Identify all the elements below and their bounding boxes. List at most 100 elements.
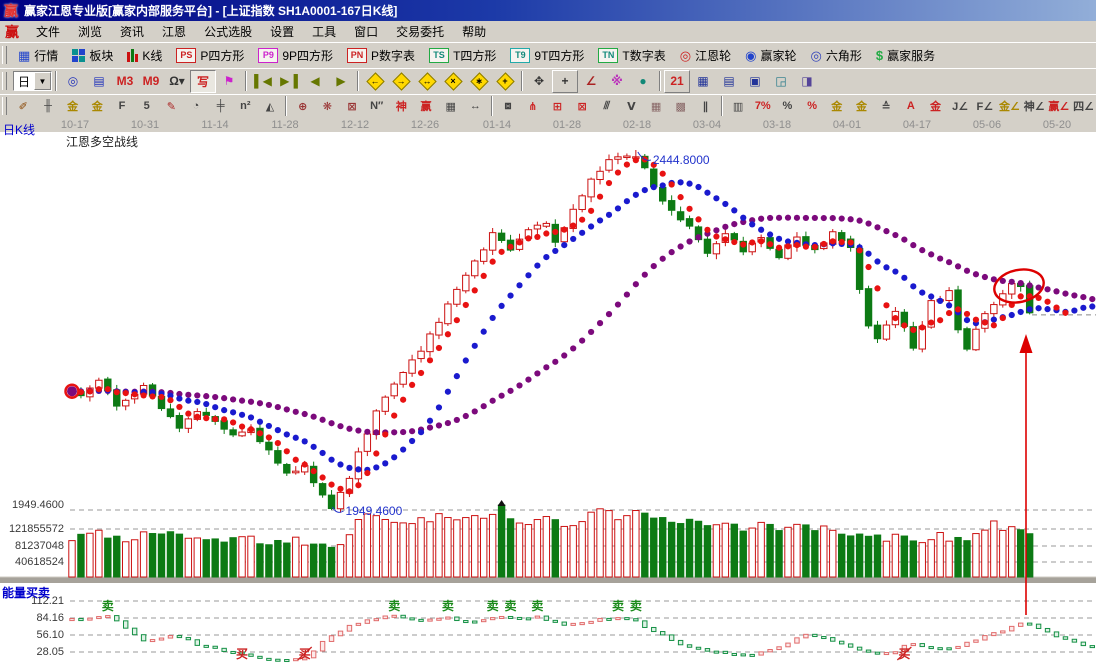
flag-tool-button[interactable]: ⚑ xyxy=(216,70,242,93)
hrange-tool[interactable]: ↔ xyxy=(463,95,488,118)
column-chart-tool[interactable]: ▥ xyxy=(726,95,751,118)
gold-under-tool[interactable]: 金 xyxy=(923,95,948,118)
seven-percent-tool[interactable]: 7% xyxy=(750,95,775,118)
info-panel-button[interactable]: ▤ xyxy=(86,70,112,93)
v-wave-tool[interactable]: Ⅴ xyxy=(619,95,644,118)
price-tick-tool[interactable]: ╪ xyxy=(208,95,233,118)
gold-grid-1-tool[interactable]: 金 xyxy=(60,95,85,118)
gann-diamond-x-button[interactable]: × xyxy=(440,70,466,93)
gann-wheel-button[interactable]: ◎江恩轮 xyxy=(673,44,738,66)
calendar-button[interactable]: 21 xyxy=(664,70,690,93)
menu-item-8[interactable]: 交易委托 xyxy=(387,21,453,42)
p-digit-button[interactable]: PNP数字表 xyxy=(340,44,422,66)
prev-bar-button[interactable]: ◀ xyxy=(302,70,328,93)
ying-angle-tool[interactable]: 赢∠ xyxy=(1047,95,1072,118)
menu-item-2[interactable]: 资讯 xyxy=(111,21,153,42)
sphere-tool-button[interactable]: ● xyxy=(630,70,656,93)
menu-item-1[interactable]: 浏览 xyxy=(69,21,111,42)
annotate-tool-button[interactable]: 写 xyxy=(190,70,216,93)
web-tool-button[interactable]: ※ xyxy=(604,70,630,93)
gann-target-tool[interactable]: ⊕ xyxy=(290,95,315,118)
handles-box-tool[interactable]: ⧈ xyxy=(496,95,521,118)
p-square-button[interactable]: PSP四方形 xyxy=(169,44,251,66)
hash-grid-1-tool[interactable]: ▦ xyxy=(644,95,669,118)
angle-measure-button[interactable]: ∠ xyxy=(578,70,604,93)
wave9-button[interactable]: M9 xyxy=(138,70,164,93)
t-digit-button[interactable]: TNT数字表 xyxy=(591,44,672,66)
gold-circle-tool[interactable]: 金 xyxy=(824,95,849,118)
time-circle-tool[interactable]: ◔ xyxy=(184,95,209,118)
go-last-button[interactable]: ▶▐ xyxy=(276,70,302,93)
menu-item-4[interactable]: 公式选股 xyxy=(195,21,261,42)
hexagon-button[interactable]: ◎六角形 xyxy=(803,44,868,66)
f-angle-tool[interactable]: F∠ xyxy=(972,95,997,118)
square-number-tool[interactable]: n² xyxy=(233,95,258,118)
percent-line-tool[interactable]: % xyxy=(800,95,825,118)
knife-tool[interactable]: ✐ xyxy=(11,95,36,118)
menu-item-0[interactable]: 文件 xyxy=(27,21,69,42)
five-grid-tool[interactable]: 5 xyxy=(134,95,159,118)
calculator-button[interactable]: ▦ xyxy=(690,70,716,93)
hash-grid-2-tool[interactable]: ▩ xyxy=(668,95,693,118)
nu-tool[interactable]: Ν″ xyxy=(364,95,389,118)
menu-item-9[interactable]: 帮助 xyxy=(453,21,495,42)
angle-fan-tool[interactable]: ◭ xyxy=(258,95,283,118)
tick-grid-tool[interactable]: ╫ xyxy=(36,95,61,118)
gann-diamond-right-button[interactable]: → xyxy=(388,70,414,93)
j-angle-tool[interactable]: J∠ xyxy=(948,95,973,118)
title-bar[interactable]: 赢 赢家江恩专业版[赢家内部服务平台] - [上证指数 SH1A0001-167… xyxy=(0,0,1096,21)
gann-diamond-cross-button[interactable]: + xyxy=(492,70,518,93)
send-report-button[interactable]: ◨ xyxy=(794,70,820,93)
go-first-button[interactable]: ▌◀ xyxy=(250,70,276,93)
menu-item-6[interactable]: 工具 xyxy=(303,21,345,42)
a-wave-tool[interactable]: A xyxy=(898,95,923,118)
kline-button[interactable]: K线 xyxy=(120,44,169,66)
red-x-box-tool[interactable]: ⊠ xyxy=(570,95,595,118)
winner-wheel-button[interactable]: ◉赢家轮 xyxy=(738,44,803,66)
menu-item-5[interactable]: 设置 xyxy=(261,21,303,42)
gann-web-tool[interactable]: ❋ xyxy=(315,95,340,118)
gold-grid-2-tool[interactable]: 金 xyxy=(85,95,110,118)
si-angle-tool[interactable]: 四∠ xyxy=(1071,95,1096,118)
t-square-button[interactable]: TST四方形 xyxy=(422,44,503,66)
gann-diamond-left-button[interactable]: ← xyxy=(362,70,388,93)
fib-grid-tool[interactable]: F xyxy=(110,95,135,118)
spiral-chart-button[interactable]: ◎ xyxy=(60,70,86,93)
9t-square-button[interactable]: T99T四方形 xyxy=(503,44,591,66)
winner-service-button[interactable]: $赢家服务 xyxy=(869,44,942,66)
gold-lines-tool[interactable]: 金 xyxy=(849,95,874,118)
menu-item-7[interactable]: 窗口 xyxy=(345,21,387,42)
hand-tool-button[interactable]: ✥ xyxy=(526,70,552,93)
boxed-web-tool[interactable]: ⊠ xyxy=(340,95,365,118)
parallel-lines-tool[interactable]: ∥ xyxy=(693,95,718,118)
crosshair-tool-button[interactable]: + xyxy=(552,70,578,93)
red-fan-tool[interactable]: ⋔ xyxy=(520,95,545,118)
percent-tool[interactable]: % xyxy=(775,95,800,118)
sectors-button[interactable]: 板块 xyxy=(65,44,120,66)
period-select[interactable]: 日▼ xyxy=(13,71,52,91)
quotes-button[interactable]: ▦行情 xyxy=(11,44,65,66)
t-digit-button-label: T数字表 xyxy=(622,47,665,64)
chart-area[interactable]: 卖买买卖卖卖卖卖卖卖买2444.80001949.4600 日K线 江恩多空战线… xyxy=(0,132,1096,670)
notes-button[interactable]: ▤ xyxy=(716,70,742,93)
save-button[interactable]: ▣ xyxy=(742,70,768,93)
wave3-button[interactable]: M3 xyxy=(112,70,138,93)
ying-grid-tool[interactable]: 赢 xyxy=(414,95,439,118)
ma-start-dot xyxy=(67,386,77,396)
data-refresh-button[interactable]: ◲ xyxy=(768,70,794,93)
bell-pen-tool[interactable]: ≙ xyxy=(874,95,899,118)
chart-canvas[interactable]: 卖买买卖卖卖卖卖卖卖买2444.80001949.4600 xyxy=(0,132,1096,670)
pencil-lines-tool[interactable]: ⫻ xyxy=(594,95,619,118)
grid-123-tool[interactable]: ▦ xyxy=(438,95,463,118)
shen-grid-tool[interactable]: 神 xyxy=(389,95,414,118)
flask-tool-button[interactable]: Ω▾ xyxy=(164,70,190,93)
menu-item-3[interactable]: 江恩 xyxy=(153,21,195,42)
pen-tool[interactable]: ✎ xyxy=(159,95,184,118)
9p-square-button[interactable]: P99P四方形 xyxy=(251,44,340,66)
gann-diamond-star-button[interactable]: ∗ xyxy=(466,70,492,93)
red-grid-box-tool[interactable]: ⊞ xyxy=(545,95,570,118)
shen-angle-tool[interactable]: 神∠ xyxy=(1022,95,1047,118)
next-bar-button[interactable]: ▶ xyxy=(328,70,354,93)
gold-angle-tool[interactable]: 金∠ xyxy=(997,95,1022,118)
gann-diamond-hsplit-button[interactable]: ↔ xyxy=(414,70,440,93)
